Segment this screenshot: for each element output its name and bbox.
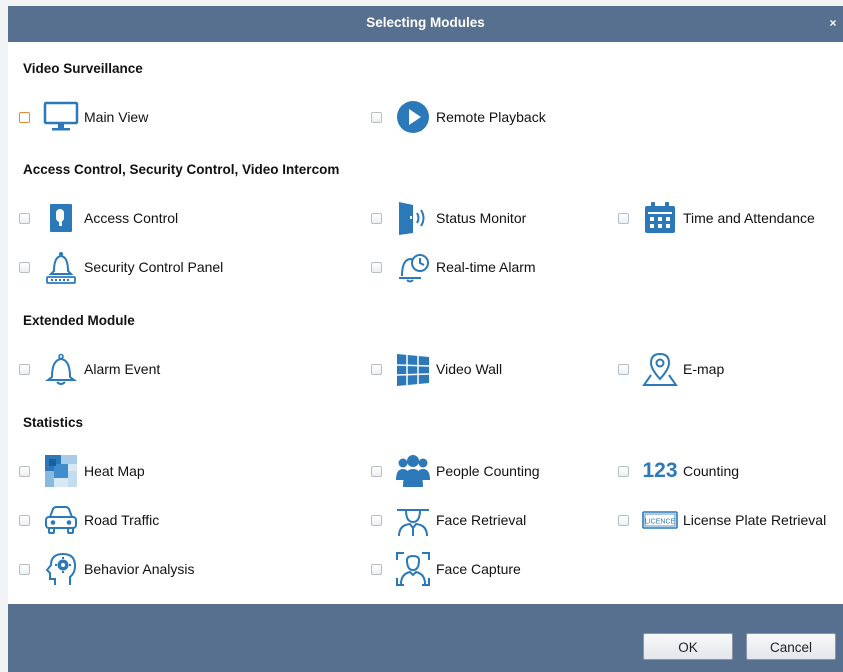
checkbox-e-map[interactable]: [618, 363, 629, 375]
ok-button[interactable]: OK: [643, 633, 733, 660]
cancel-button[interactable]: Cancel: [746, 633, 836, 660]
section-title-statistics: Statistics: [23, 415, 84, 430]
module-label: Counting: [683, 463, 740, 479]
car-icon: [43, 502, 79, 538]
module-label: Access Control: [84, 210, 179, 226]
map-pin-icon: [642, 351, 678, 387]
module-status-monitor[interactable]: Status Monitor: [360, 198, 526, 238]
checkbox-road-traffic[interactable]: [19, 514, 30, 526]
checkbox-alarm-event[interactable]: [19, 363, 30, 375]
module-label: Video Wall: [436, 361, 503, 377]
door-status-icon: [395, 200, 431, 236]
module-label: Alarm Event: [84, 361, 161, 377]
head-gear-icon: [43, 551, 79, 587]
module-label: Road Traffic: [84, 512, 160, 528]
license-plate-text: LICENCE: [645, 519, 676, 526]
module-label: Remote Playback: [436, 109, 546, 125]
checkbox-people-counting[interactable]: [371, 465, 382, 477]
checkbox-time-and-attendance[interactable]: [618, 212, 629, 224]
checkbox-face-capture[interactable]: [371, 563, 382, 575]
counting-123-text: 123: [642, 459, 678, 482]
module-time-and-attendance[interactable]: Time and Attendance: [607, 198, 815, 238]
module-label: People Counting: [436, 463, 540, 479]
module-label: E-map: [683, 361, 725, 377]
module-label: License Plate Retrieval: [683, 512, 827, 528]
module-main-view[interactable]: Main View: [8, 97, 148, 137]
module-label: Face Retrieval: [436, 512, 527, 528]
module-label: Main View: [84, 109, 149, 125]
checkbox-access-control[interactable]: [19, 212, 30, 224]
face-capture-icon: [395, 551, 431, 587]
checkbox-real-time-alarm[interactable]: [371, 261, 382, 273]
section-title-access-control: Access Control, Security Control, Video …: [23, 162, 340, 177]
checkbox-security-control-panel[interactable]: [19, 261, 30, 273]
bell-panel-icon: [43, 249, 79, 285]
module-heat-map[interactable]: Heat Map: [8, 451, 145, 491]
play-circle-icon: [395, 99, 431, 135]
module-face-capture[interactable]: Face Capture: [360, 549, 521, 589]
module-alarm-event[interactable]: Alarm Event: [8, 349, 160, 389]
module-e-map[interactable]: E-map: [607, 349, 724, 389]
people-icon: [395, 453, 431, 489]
selecting-modules-dialog: Selecting Modules × Video Surveillance M…: [8, 6, 843, 672]
section-title-extended-module: Extended Module: [23, 313, 135, 328]
dialog-footer: OK Cancel: [8, 604, 843, 672]
dialog-title: Selecting Modules: [366, 15, 485, 30]
license-plate-icon: LICENCE: [642, 502, 678, 538]
checkbox-license-plate-retrieval[interactable]: [618, 514, 629, 526]
module-video-wall[interactable]: Video Wall: [360, 349, 502, 389]
module-counting[interactable]: 123 Counting: [607, 451, 739, 491]
video-wall-icon: [395, 351, 431, 387]
dialog-titlebar: Selecting Modules ×: [8, 6, 843, 42]
module-license-plate-retrieval[interactable]: LICENCE License Plate Retrieval: [607, 500, 826, 540]
module-label: Security Control Panel: [84, 259, 224, 275]
monitor-icon: [43, 99, 79, 135]
checkbox-video-wall[interactable]: [371, 363, 382, 375]
face-retrieval-icon: [395, 502, 431, 538]
module-label: Real-time Alarm: [436, 259, 536, 275]
calendar-icon: [642, 200, 678, 236]
section-title-video-surveillance: Video Surveillance: [23, 61, 143, 76]
module-label: Heat Map: [84, 463, 145, 479]
module-remote-playback[interactable]: Remote Playback: [360, 97, 546, 137]
close-icon[interactable]: ×: [825, 6, 841, 40]
module-face-retrieval[interactable]: Face Retrieval: [360, 500, 526, 540]
heat-map-icon: [43, 453, 79, 489]
checkbox-main-view[interactable]: [19, 111, 30, 123]
module-road-traffic[interactable]: Road Traffic: [8, 500, 159, 540]
checkbox-status-monitor[interactable]: [371, 212, 382, 224]
checkbox-counting[interactable]: [618, 465, 629, 477]
module-behavior-analysis[interactable]: Behavior Analysis: [8, 549, 195, 589]
module-label: Behavior Analysis: [84, 561, 195, 577]
module-real-time-alarm[interactable]: Real-time Alarm: [360, 247, 536, 287]
module-people-counting[interactable]: People Counting: [360, 451, 540, 491]
module-label: Status Monitor: [436, 210, 527, 226]
module-security-control-panel[interactable]: Security Control Panel: [8, 247, 223, 287]
checkbox-face-retrieval[interactable]: [371, 514, 382, 526]
module-label: Time and Attendance: [683, 210, 815, 226]
bell-clock-icon: [395, 249, 431, 285]
checkbox-heat-map[interactable]: [19, 465, 30, 477]
module-label: Face Capture: [436, 561, 521, 577]
checkbox-remote-playback[interactable]: [371, 111, 382, 123]
checkbox-behavior-analysis[interactable]: [19, 563, 30, 575]
counting-123-icon: 123: [642, 453, 678, 489]
door-badge-icon: [43, 200, 79, 236]
module-access-control[interactable]: Access Control: [8, 198, 178, 238]
bell-icon: [43, 351, 79, 387]
